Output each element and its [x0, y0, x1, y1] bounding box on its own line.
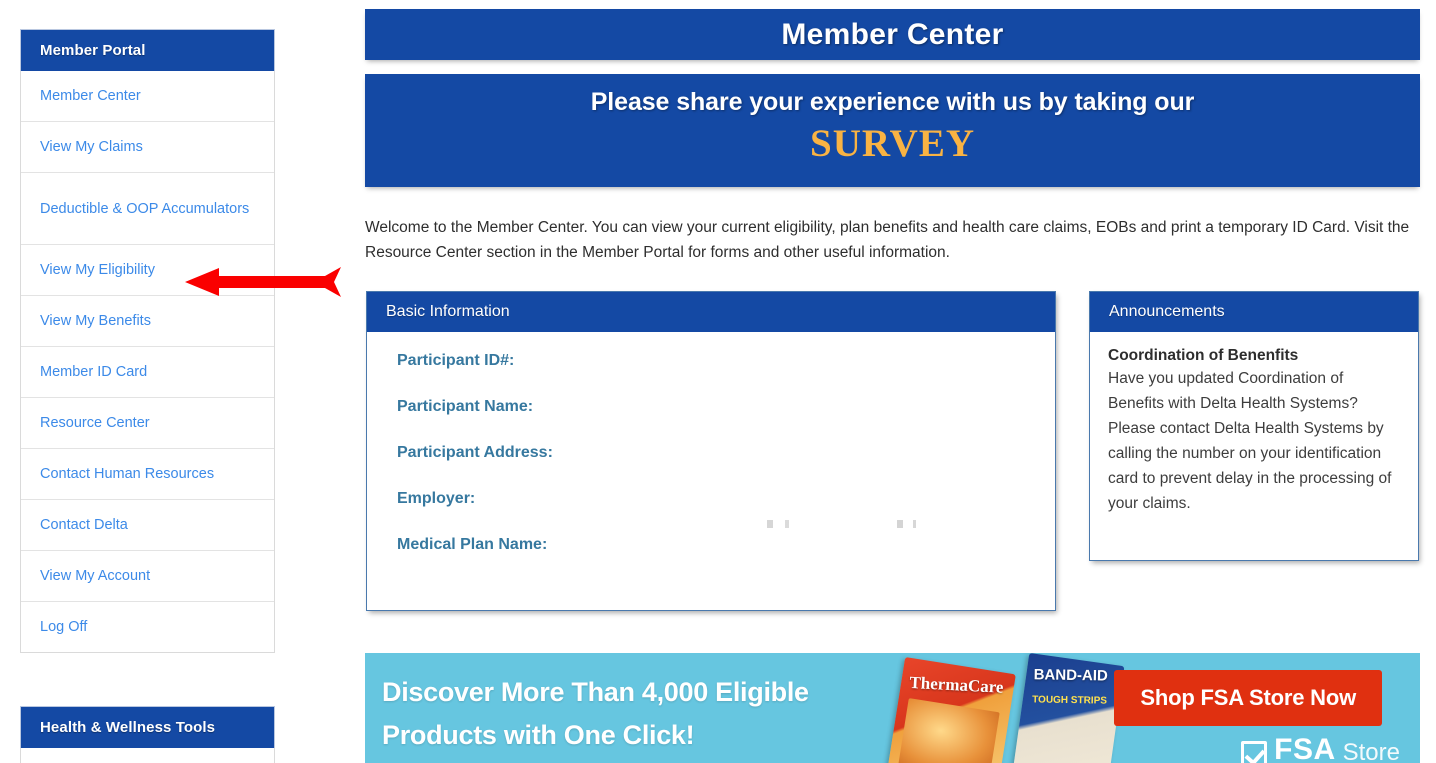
- sidebar-item-member-center[interactable]: Member Center: [21, 71, 274, 122]
- fsa-logo-primary: FSA: [1274, 733, 1336, 763]
- field-row-participant-name: Participant Name:: [397, 398, 1055, 444]
- sidebar-item-label: Contact Delta: [40, 517, 128, 533]
- sidebar-item-resource-center[interactable]: Resource Center: [21, 398, 274, 449]
- sidebar-item-label: Deductible & OOP Accumulators: [40, 200, 250, 217]
- announcement-body: Have you updated Coordination of Benefit…: [1108, 370, 1392, 512]
- field-row-participant-id: Participant ID#:: [397, 352, 1055, 398]
- basic-information-card-body: Participant ID#: Participant Name: Parti…: [367, 332, 1055, 602]
- sidebar-item-label: View My Account: [40, 568, 151, 584]
- health-wellness-item[interactable]: [21, 748, 274, 763]
- field-label: Medical Plan Name:: [397, 536, 548, 553]
- sidebar-item-view-my-claims[interactable]: View My Claims: [21, 122, 274, 173]
- sidebar-item-label: Member ID Card: [40, 364, 148, 380]
- sidebar-item-label: View My Benefits: [40, 313, 151, 329]
- survey-banner[interactable]: Please share your experience with us by …: [365, 74, 1420, 187]
- announcements-card-header: Announcements: [1090, 292, 1418, 332]
- checkmark-icon: [1241, 741, 1268, 763]
- sidebar-item-view-my-benefits[interactable]: View My Benefits: [21, 296, 274, 347]
- welcome-paragraph: Welcome to the Member Center. You can vi…: [365, 219, 1410, 261]
- fsa-logo-secondary: Store: [1342, 739, 1400, 763]
- sidebar-item-log-off[interactable]: Log Off: [21, 602, 274, 652]
- page-title-bar: Member Center: [365, 9, 1420, 60]
- sidebar-item-contact-delta[interactable]: Contact Delta: [21, 500, 274, 551]
- fsa-banner-line-2: Products with One Click!: [382, 720, 695, 750]
- sidebar-item-label: Resource Center: [40, 415, 150, 431]
- sidebar-item-label: Log Off: [40, 619, 88, 635]
- survey-link[interactable]: SURVEY: [365, 121, 1420, 166]
- field-row-medical-plan-name: Medical Plan Name:: [397, 536, 1055, 582]
- fsa-store-logo: FSA Store: [1241, 733, 1400, 763]
- health-wellness-nav-list: [20, 748, 275, 763]
- thermacare-product-inner: [898, 698, 1000, 763]
- redacted-value-artifact: [767, 520, 927, 528]
- basic-information-card-header: Basic Information: [367, 292, 1055, 332]
- sidebar-item-view-my-account[interactable]: View My Account: [21, 551, 274, 602]
- field-label: Participant Address:: [397, 444, 553, 461]
- member-portal-sidebar: Member Portal Member Center View My Clai…: [20, 29, 275, 653]
- main-content: Member Center Please share your experien…: [365, 9, 1420, 611]
- sidebar-header-health-wellness-tools: Health & Wellness Tools: [20, 706, 275, 748]
- fsa-banner-copy: Discover More Than 4,000 Eligible Produc…: [382, 671, 809, 757]
- shop-fsa-store-now-button[interactable]: Shop FSA Store Now: [1114, 670, 1382, 726]
- red-annotation-arrow: [185, 267, 341, 297]
- field-label: Employer:: [397, 490, 476, 507]
- sidebar-item-label: Member Center: [40, 88, 141, 104]
- fsa-store-banner-ad[interactable]: Discover More Than 4,000 Eligible Produc…: [365, 653, 1420, 763]
- member-center-page: Member Portal Member Center View My Clai…: [0, 0, 1436, 763]
- field-label: Participant ID#:: [397, 352, 515, 369]
- thermacare-product-image: ThermaCare: [886, 656, 1016, 763]
- sidebar-item-label: Contact Human Resources: [40, 466, 215, 482]
- thermacare-product-label: ThermaCare: [909, 672, 1004, 697]
- survey-banner-line-1: Please share your experience with us by …: [590, 88, 1195, 116]
- sidebar-item-label: View My Eligibility: [40, 262, 155, 278]
- bandaid-product-label: BAND-AID: [1033, 666, 1108, 685]
- cards-row: Basic Information Participant ID#: Parti…: [365, 291, 1420, 611]
- sidebar-nav-list: Member Center View My Claims Deductible …: [20, 71, 275, 653]
- sidebar-header-member-portal: Member Portal: [20, 29, 275, 71]
- health-wellness-tools-sidebar: Health & Wellness Tools: [20, 706, 275, 763]
- field-row-participant-address: Participant Address:: [397, 444, 1055, 490]
- field-label: Participant Name:: [397, 398, 534, 415]
- announcements-card: Announcements Coordination of Benenfits …: [1089, 291, 1419, 561]
- announcement-title: Coordination of Benenfits: [1108, 347, 1299, 364]
- sidebar-item-deductible-oop-accumulators[interactable]: Deductible & OOP Accumulators: [21, 173, 274, 245]
- bandaid-product-image: BAND-AID TOUGH STRIPS: [1011, 653, 1125, 763]
- announcements-card-body: Coordination of Benenfits Have you updat…: [1090, 332, 1418, 534]
- fsa-banner-line-1: Discover More Than 4,000 Eligible: [382, 677, 809, 707]
- sidebar-item-label: View My Claims: [40, 139, 143, 155]
- field-row-employer: Employer:: [397, 490, 1055, 536]
- basic-information-card: Basic Information Participant ID#: Parti…: [366, 291, 1056, 611]
- sidebar-item-member-id-card[interactable]: Member ID Card: [21, 347, 274, 398]
- bandaid-product-sublabel: TOUGH STRIPS: [1032, 694, 1108, 707]
- sidebar-item-contact-human-resources[interactable]: Contact Human Resources: [21, 449, 274, 500]
- page-title: Member Center: [781, 17, 1004, 51]
